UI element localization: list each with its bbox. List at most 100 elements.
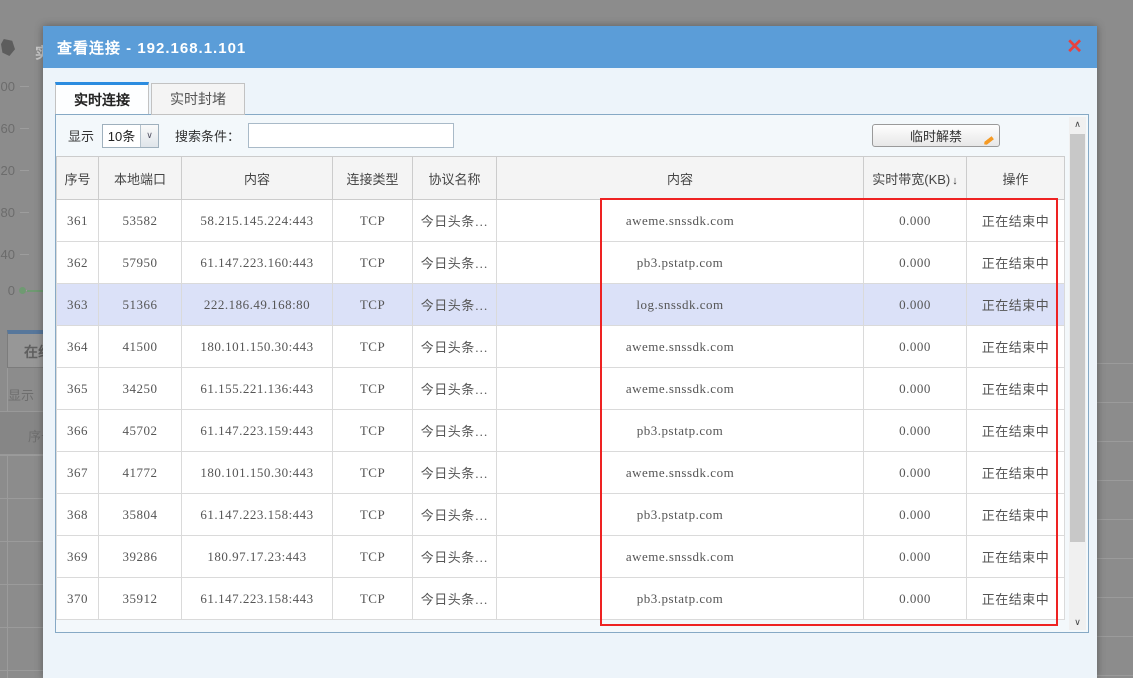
search-label: 搜索条件： [175, 126, 240, 145]
dialog-body: 实时连接 实时封堵 显示 10条 ∨ 搜索条件： 临时解禁 [43, 68, 1097, 678]
background-row-line [1097, 597, 1133, 598]
table-row[interactable]: 3664570261.147.223.159:443TCP今日头条…pb3.ps… [57, 410, 1065, 452]
temporary-unblock-button[interactable]: 临时解禁 [872, 124, 1000, 147]
table-controls: 显示 10条 ∨ 搜索条件： 临时解禁 [56, 115, 1088, 156]
table-row[interactable]: 36441500180.101.150.30:443TCP今日头条…aweme.… [57, 326, 1065, 368]
col-conn-type[interactable]: 连接类型 [333, 157, 413, 200]
tab-bar: 实时连接 实时封堵 [55, 82, 1097, 114]
background-axis-label: 0 [0, 283, 15, 298]
table-row[interactable]: 3653425061.155.221.136:443TCP今日头条…aweme.… [57, 368, 1065, 410]
cell: 35912 [99, 578, 182, 620]
cell: 正在结束中 [967, 368, 1065, 410]
cell: TCP [333, 284, 413, 326]
table-row[interactable]: 36741772180.101.150.30:443TCP今日头条…aweme.… [57, 452, 1065, 494]
cell: 363 [57, 284, 99, 326]
cell: 35804 [99, 494, 182, 536]
cell: 61.147.223.160:443 [182, 242, 333, 284]
cell: TCP [333, 536, 413, 578]
cell: 0.000 [864, 410, 967, 452]
col-seq[interactable]: 序号 [57, 157, 99, 200]
cell: 51366 [99, 284, 182, 326]
cell: 366 [57, 410, 99, 452]
background-axis-label: 20 [0, 163, 15, 178]
background-row-line [1097, 558, 1133, 559]
cell: 222.186.49.168:80 [182, 284, 333, 326]
background-axis-tick [20, 254, 29, 255]
table-row[interactable]: 3683580461.147.223.158:443TCP今日头条…pb3.ps… [57, 494, 1065, 536]
cell: 0.000 [864, 242, 967, 284]
background-row-line [0, 541, 43, 542]
cell: 今日头条… [413, 578, 497, 620]
close-icon[interactable]: ✕ [1066, 37, 1083, 57]
cell: TCP [333, 200, 413, 242]
cell: 正在结束中 [967, 578, 1065, 620]
vertical-scrollbar[interactable]: ∧ ∨ [1069, 117, 1086, 630]
table-row[interactable]: 3703591261.147.223.158:443TCP今日头条…pb3.ps… [57, 578, 1065, 620]
background-row-line [0, 498, 43, 499]
cell: 39286 [99, 536, 182, 578]
cell: pb3.pstatp.com [497, 242, 864, 284]
cell: TCP [333, 578, 413, 620]
table-row[interactable]: 3625795061.147.223.160:443TCP今日头条…pb3.ps… [57, 242, 1065, 284]
cell: 370 [57, 578, 99, 620]
table-row[interactable]: 3615358258.215.145.224:443TCP今日头条…aweme.… [57, 200, 1065, 242]
background-axis-label: 60 [0, 121, 15, 136]
col-content-domain[interactable]: 内容 [497, 157, 864, 200]
scroll-down-icon[interactable]: ∨ [1069, 615, 1086, 630]
background-row-line [1097, 363, 1133, 364]
cell: 今日头条… [413, 326, 497, 368]
cell: aweme.snssdk.com [497, 368, 864, 410]
background-axis-tick [20, 212, 29, 213]
page-size-value: 10条 [103, 126, 140, 145]
col-content-ip[interactable]: 内容 [182, 157, 333, 200]
background-row-line [1097, 636, 1133, 637]
cell: 正在结束中 [967, 494, 1065, 536]
view-connections-dialog: 查看连接 - 192.168.1.101 ✕ 实时连接 实时封堵 显示 10条 … [43, 26, 1097, 678]
col-action[interactable]: 操作 [967, 157, 1065, 200]
background-row-line [1097, 519, 1133, 520]
col-bandwidth[interactable]: 实时带宽(KB)↓ [864, 157, 967, 200]
cell: 61.147.223.158:443 [182, 494, 333, 536]
cell: 361 [57, 200, 99, 242]
scroll-thumb[interactable] [1070, 134, 1085, 542]
cell: 61.155.221.136:443 [182, 368, 333, 410]
table-row[interactable]: 36351366222.186.49.168:80TCP今日头条…log.sns… [57, 284, 1065, 326]
cell: 0.000 [864, 284, 967, 326]
cell: 0.000 [864, 536, 967, 578]
dialog-titlebar[interactable]: 查看连接 - 192.168.1.101 ✕ [43, 26, 1097, 68]
cell: 57950 [99, 242, 182, 284]
cell: TCP [333, 326, 413, 368]
cell: 今日头条… [413, 242, 497, 284]
background-row-line [1097, 675, 1133, 676]
cell: 0.000 [864, 326, 967, 368]
cell: 正在结束中 [967, 536, 1065, 578]
cell: 364 [57, 326, 99, 368]
cell: 368 [57, 494, 99, 536]
col-protocol[interactable]: 协议名称 [413, 157, 497, 200]
table-row[interactable]: 36939286180.97.17.23:443TCP今日头条…aweme.sn… [57, 536, 1065, 578]
cell: aweme.snssdk.com [497, 452, 864, 494]
cell: TCP [333, 410, 413, 452]
cell: 正在结束中 [967, 452, 1065, 494]
col-local-port[interactable]: 本地端口 [99, 157, 182, 200]
show-label: 显示 [68, 126, 94, 145]
cell: 正在结束中 [967, 410, 1065, 452]
cell: 180.97.17.23:443 [182, 536, 333, 578]
tab-realtime-connections[interactable]: 实时连接 [55, 82, 149, 114]
chevron-down-icon[interactable]: ∨ [140, 125, 158, 147]
page-size-select[interactable]: 10条 ∨ [102, 124, 159, 148]
cell: TCP [333, 368, 413, 410]
cell: 58.215.145.224:443 [182, 200, 333, 242]
background-row-line [0, 584, 43, 585]
sort-desc-icon: ↓ [952, 175, 958, 187]
scroll-up-icon[interactable]: ∧ [1069, 117, 1086, 132]
cell: 今日头条… [413, 452, 497, 494]
tab-realtime-blocking[interactable]: 实时封堵 [151, 83, 245, 115]
search-input[interactable] [248, 123, 454, 148]
background-show-label: 显示 [8, 385, 34, 404]
background-axis-label: 00 [0, 79, 15, 94]
background-row-line [0, 670, 43, 671]
cell: 今日头条… [413, 410, 497, 452]
cell: aweme.snssdk.com [497, 326, 864, 368]
cell: aweme.snssdk.com [497, 200, 864, 242]
